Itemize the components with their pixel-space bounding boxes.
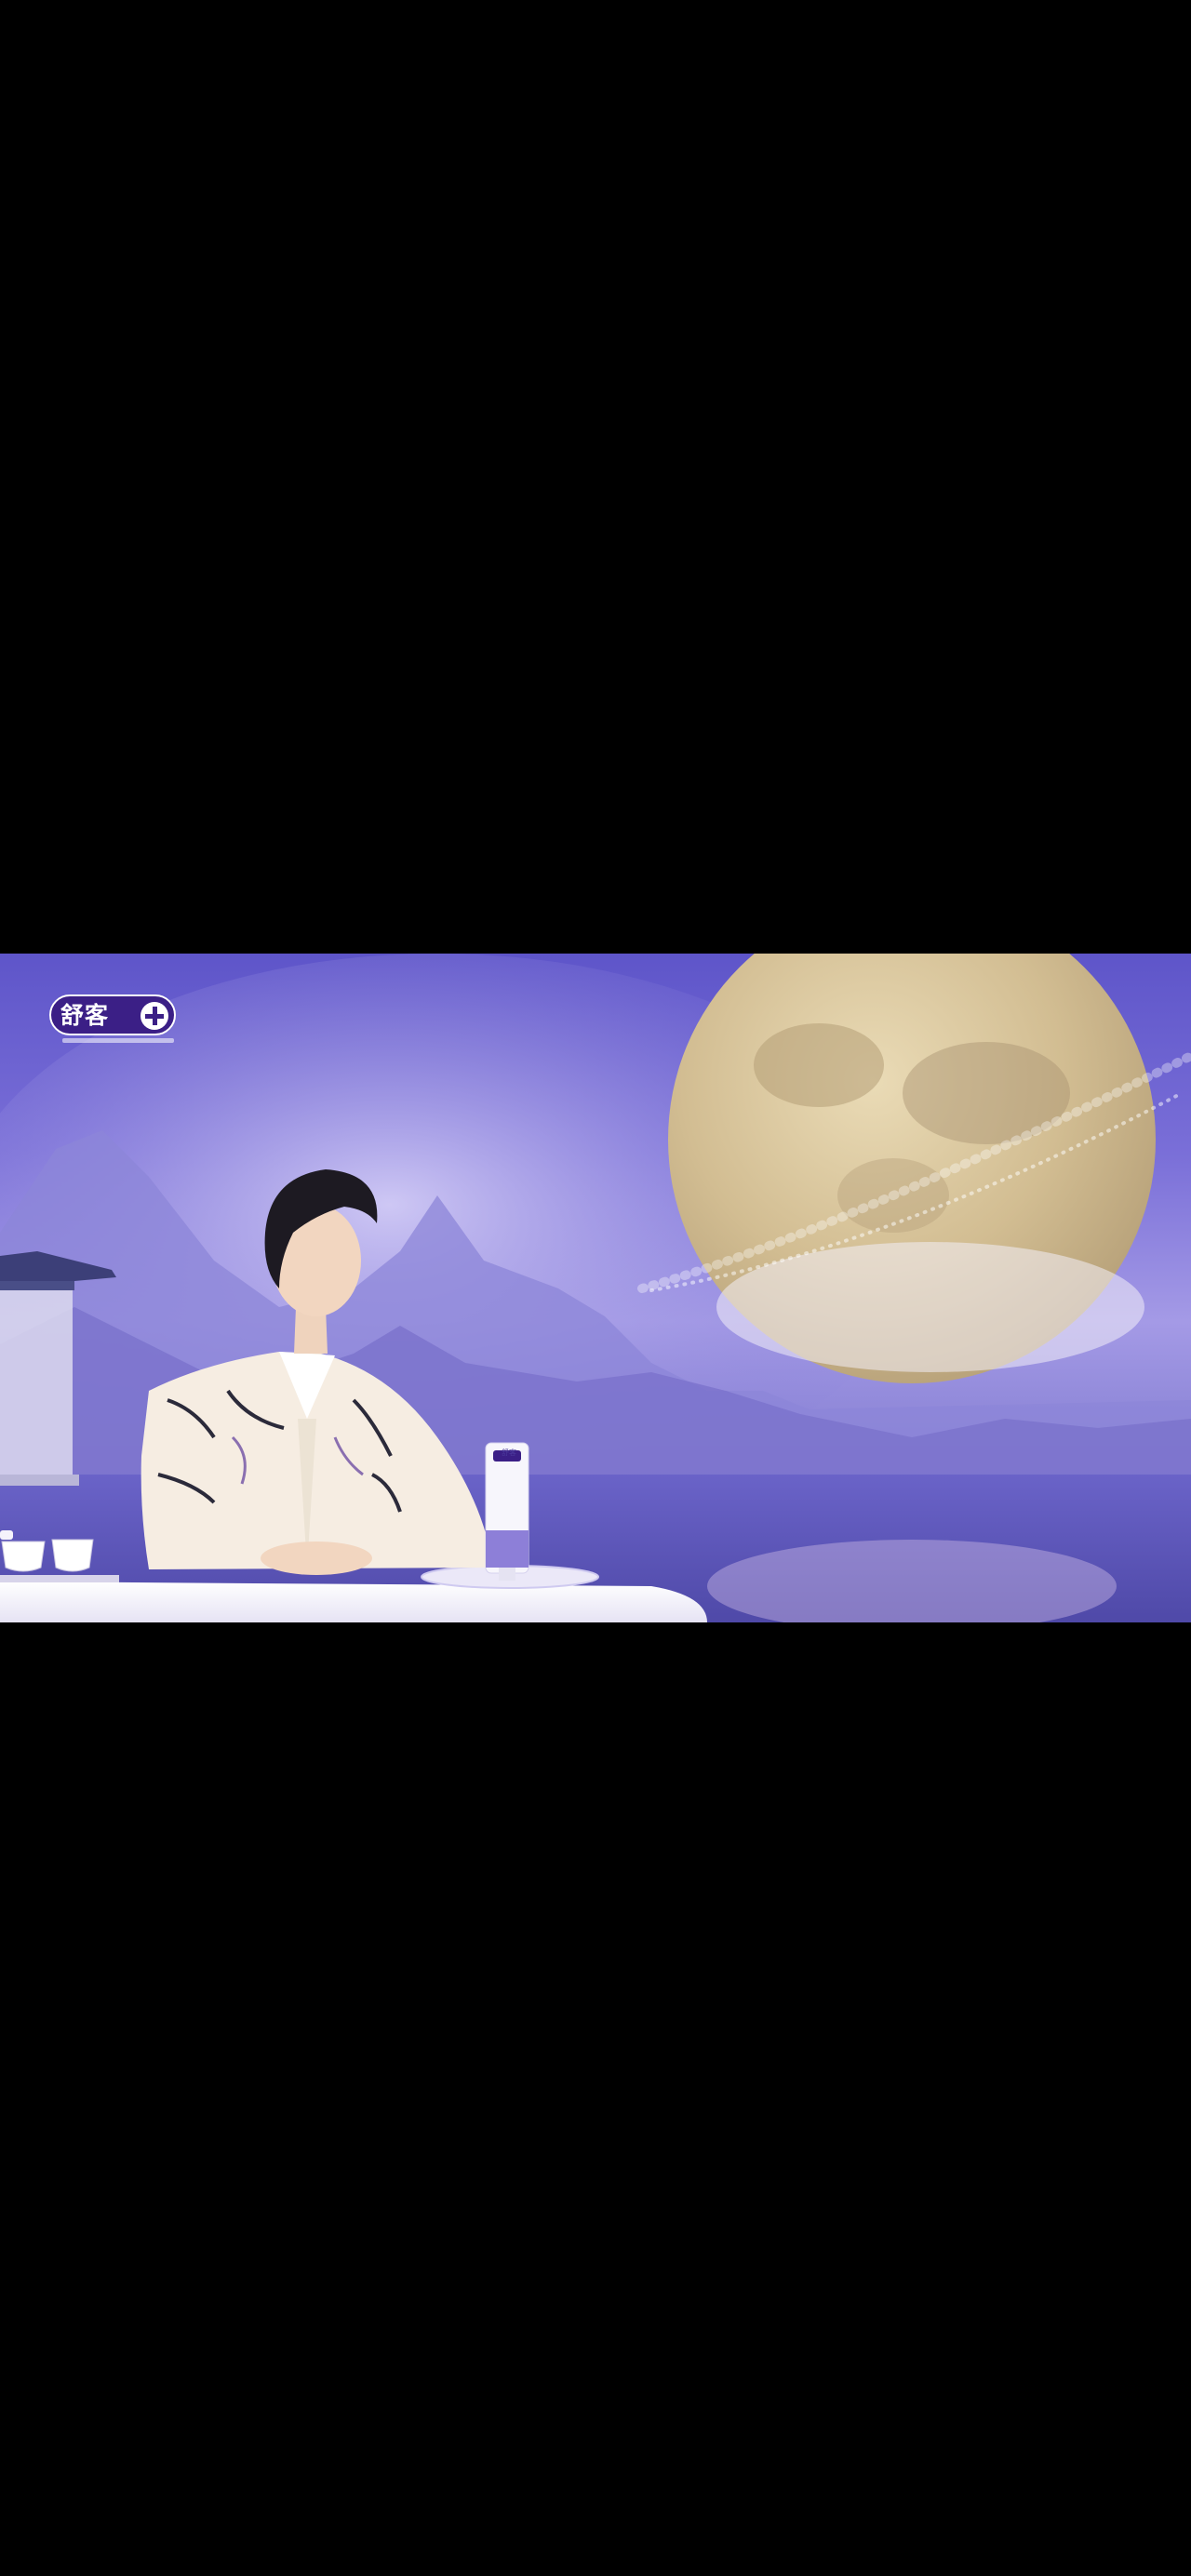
brand-badge: 舒客 (49, 994, 176, 1035)
plus-icon (141, 1002, 168, 1030)
letterbox-top (0, 0, 1191, 954)
brand-logo: 舒客 (49, 994, 178, 1047)
video-frame[interactable]: 舒客 舒客 (0, 954, 1191, 1622)
brand-name: 舒客 (60, 1002, 110, 1029)
brand-tagline (62, 1038, 174, 1043)
product-tube-label: 舒客 (502, 1448, 516, 1457)
table (0, 1582, 707, 1622)
letterbox-bottom (0, 1622, 1191, 2576)
moon-mare-1 (754, 1023, 884, 1107)
product-tube (485, 1442, 529, 1581)
scene-illustration (0, 954, 1191, 1622)
